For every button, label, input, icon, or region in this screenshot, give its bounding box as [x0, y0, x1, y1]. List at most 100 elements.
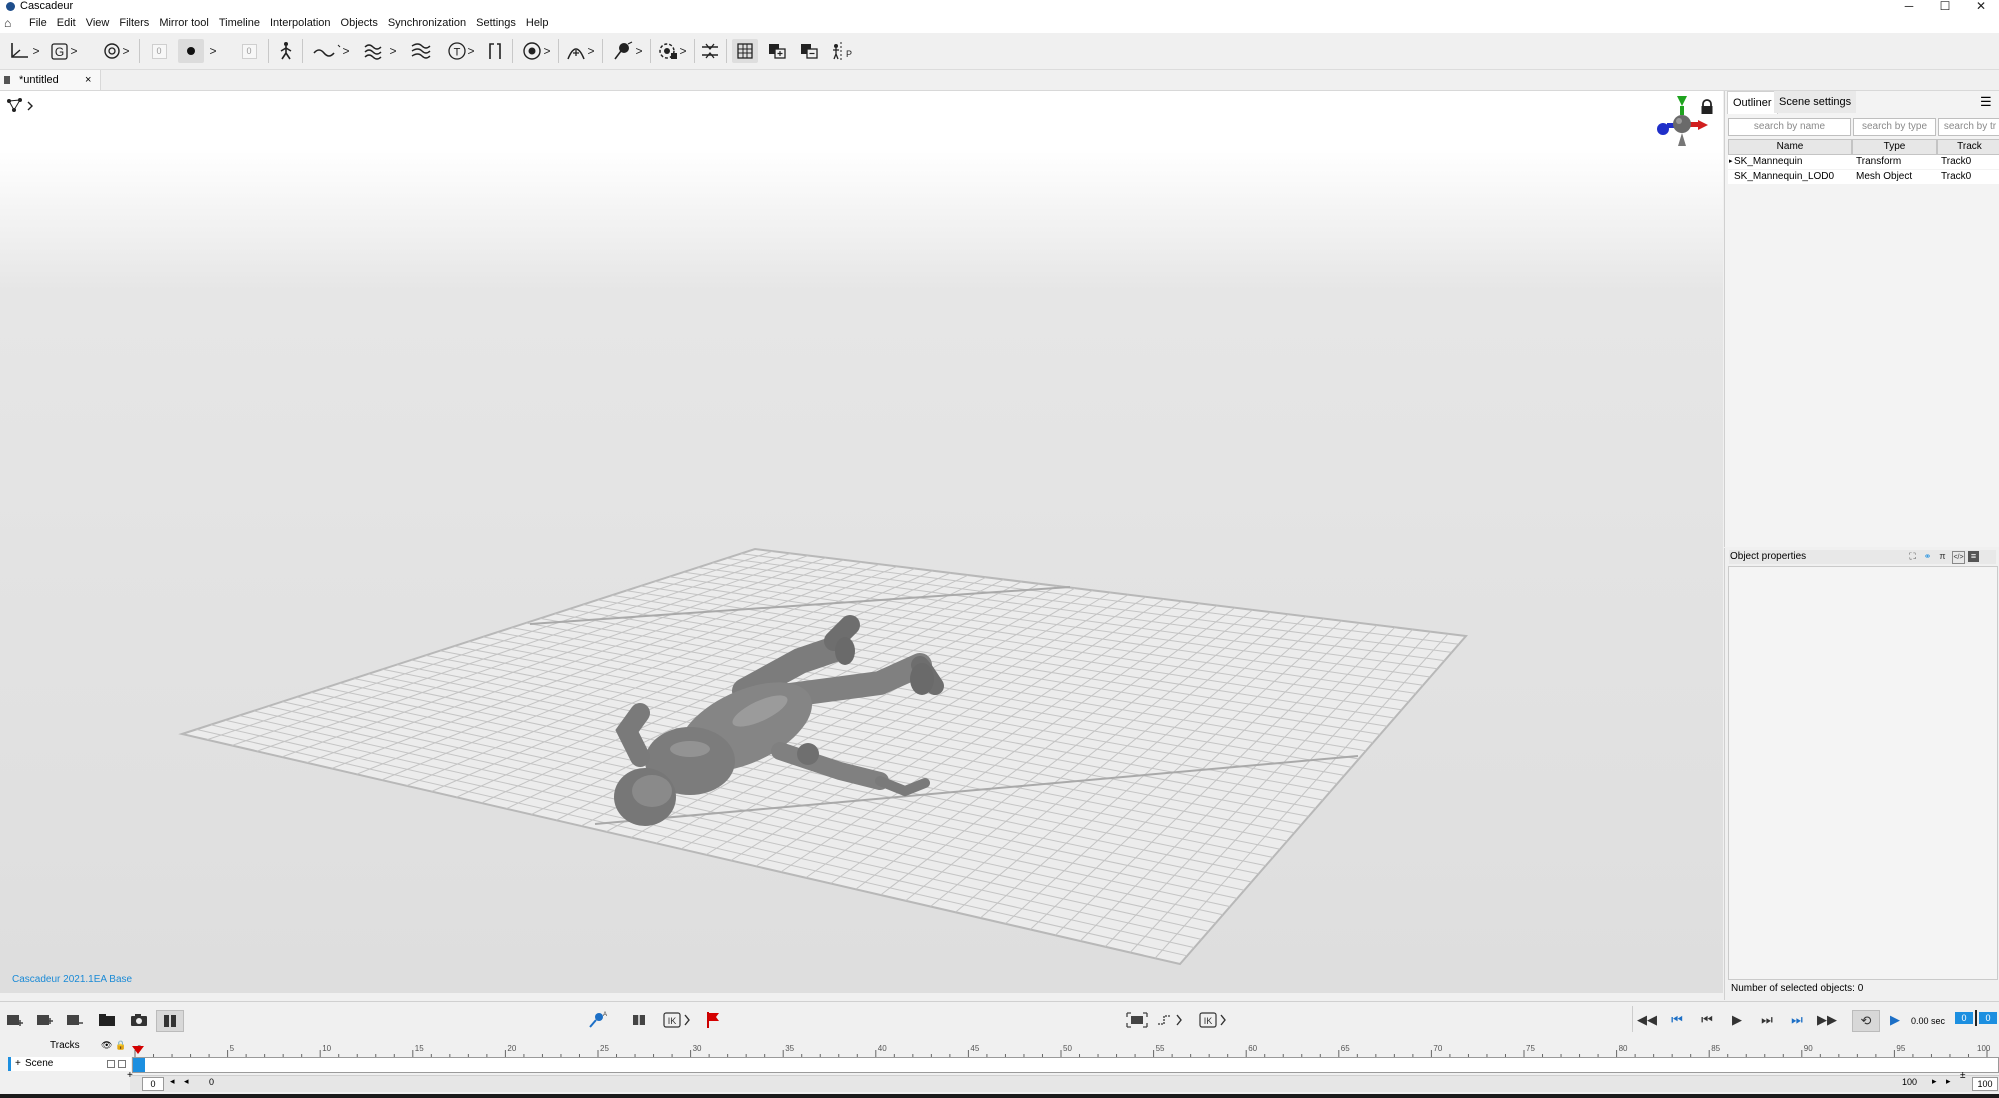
- tab-close-icon[interactable]: ×: [85, 70, 91, 90]
- character-tool-button[interactable]: [274, 39, 298, 63]
- smooth-curves-button[interactable]: [408, 39, 434, 63]
- outliner-row[interactable]: SK_Mannequin_LOD0 Mesh Object Track0: [1728, 170, 1999, 184]
- menu-synchronization[interactable]: Synchronization: [383, 13, 471, 33]
- search-by-track-input[interactable]: search by tr: [1938, 118, 1999, 136]
- play-button[interactable]: ▶: [1726, 1010, 1748, 1030]
- pi-icon[interactable]: π: [1937, 551, 1948, 562]
- interval-button[interactable]: [628, 1010, 650, 1030]
- add-subtrack-button[interactable]: [34, 1010, 56, 1030]
- menu-timeline[interactable]: Timeline: [214, 13, 265, 33]
- folder-button[interactable]: [96, 1010, 118, 1030]
- menu-filters[interactable]: Filters: [114, 13, 154, 33]
- auto-key-button[interactable]: A: [586, 1010, 608, 1030]
- expand-plus-icon[interactable]: +: [15, 1057, 21, 1071]
- grid-toggle-button[interactable]: [732, 39, 758, 63]
- search-by-type-input[interactable]: search by type: [1853, 118, 1936, 136]
- lock-track-icon[interactable]: 🔒: [115, 1040, 126, 1051]
- text-tool-button[interactable]: T >: [440, 39, 482, 63]
- menu-mirror-tool[interactable]: Mirror tool: [154, 13, 214, 33]
- timeline-range-bar[interactable]: + 0 ◂ ◂ 0 100 ▸ ▸ ± 100: [127, 1070, 1999, 1092]
- record-menu-arrow[interactable]: >: [206, 39, 220, 63]
- multi-trajectory-button[interactable]: >: [358, 39, 402, 63]
- menu-file[interactable]: File: [24, 13, 52, 33]
- range-zoom-icon[interactable]: ±: [1960, 1070, 1966, 1081]
- scene-canvas[interactable]: [0, 91, 1723, 993]
- range-add-icon[interactable]: +: [127, 1070, 133, 1081]
- end-frame-field[interactable]: 0: [1979, 1012, 1997, 1024]
- scene-track-row[interactable]: + Scene: [8, 1057, 131, 1071]
- current-frame-key[interactable]: [133, 1058, 145, 1072]
- loop-toggle-button[interactable]: ⟲: [1852, 1010, 1880, 1032]
- minimize-button[interactable]: ─: [1891, 0, 1927, 13]
- remove-track-button[interactable]: [64, 1010, 86, 1030]
- range-next-arrow-icon[interactable]: ▸: [1932, 1076, 1937, 1087]
- playhead-marker[interactable]: [132, 1042, 144, 1057]
- tab-outliner[interactable]: Outliner: [1727, 91, 1778, 114]
- group-tool-button[interactable]: G >: [46, 39, 82, 63]
- trajectory-tool-button[interactable]: >: [308, 39, 354, 63]
- menu-interpolation[interactable]: Interpolation: [265, 13, 336, 33]
- column-header-type[interactable]: Type: [1852, 139, 1937, 155]
- add-layer-button[interactable]: [764, 39, 790, 63]
- snapshot-button[interactable]: [128, 1010, 150, 1030]
- range-start-field[interactable]: 0: [142, 1077, 164, 1091]
- rewind-button[interactable]: ◀◀: [1636, 1010, 1658, 1030]
- menu-help[interactable]: Help: [521, 13, 554, 33]
- marker-button[interactable]: [702, 1010, 724, 1030]
- ik-fk-button-2[interactable]: IK: [1196, 1010, 1232, 1030]
- fit-view-button[interactable]: [1124, 1010, 1150, 1030]
- range-right-arrow-icon[interactable]: ▸: [1946, 1076, 1951, 1087]
- next-frame-button[interactable]: ⏭: [1756, 1010, 1778, 1030]
- search-by-name-input[interactable]: search by name: [1728, 118, 1851, 136]
- orbit-tool-button[interactable]: >: [518, 39, 554, 63]
- column-header-track[interactable]: Track: [1937, 139, 1999, 155]
- physics-tool-button[interactable]: >: [654, 39, 690, 63]
- record-button[interactable]: [178, 39, 204, 63]
- menu-objects[interactable]: Objects: [336, 13, 383, 33]
- current-frame-field[interactable]: 0: [1955, 1012, 1973, 1024]
- list-view-icon[interactable]: ≡: [1968, 551, 1979, 562]
- add-track-button[interactable]: [4, 1010, 26, 1030]
- prev-key-button[interactable]: ⏮: [1666, 1010, 1688, 1030]
- interpolation-button[interactable]: [1156, 1010, 1186, 1030]
- remove-layer-button[interactable]: [796, 39, 822, 63]
- arc-tool-button[interactable]: >: [562, 39, 598, 63]
- mirror-pose-button[interactable]: P: [828, 39, 854, 63]
- play-speed-button[interactable]: ▶: [1886, 1010, 1904, 1030]
- next-key-button[interactable]: ⏭: [1786, 1010, 1808, 1030]
- code-icon[interactable]: </>: [1952, 551, 1965, 564]
- rotate-tool-button[interactable]: >: [98, 39, 134, 63]
- menu-view[interactable]: View: [81, 13, 115, 33]
- ik-fk-button[interactable]: IK: [660, 1010, 696, 1030]
- bracket-tool-button[interactable]: [484, 39, 506, 63]
- key-counter-b[interactable]: 0: [234, 39, 264, 63]
- split-view-button[interactable]: [156, 1010, 184, 1032]
- scene-track-lane[interactable]: [132, 1057, 1999, 1073]
- link-icon[interactable]: ⚭: [1922, 551, 1933, 562]
- axis-tool-button[interactable]: >: [6, 39, 42, 63]
- close-window-button[interactable]: ✕: [1963, 0, 1999, 13]
- track-visible-checkbox[interactable]: [107, 1060, 115, 1068]
- collapse-icon[interactable]: ⛶: [1907, 551, 1918, 562]
- tab-scene-settings[interactable]: Scene settings: [1774, 91, 1857, 113]
- visibility-eye-icon[interactable]: 👁: [101, 1040, 112, 1051]
- range-prev-arrow-icon[interactable]: ◂: [184, 1076, 189, 1087]
- outliner-row[interactable]: ▸ SK_Mannequin Transform Track0: [1728, 155, 1999, 169]
- column-header-name[interactable]: Name: [1728, 139, 1852, 155]
- track-lock-checkbox[interactable]: [118, 1060, 126, 1068]
- fast-forward-button[interactable]: ▶▶: [1816, 1010, 1838, 1030]
- pin-tool-button[interactable]: >: [608, 39, 646, 63]
- tab-untitled[interactable]: *untitled ×: [0, 70, 101, 90]
- align-tool-button[interactable]: [698, 39, 722, 63]
- expand-arrow-icon[interactable]: ▸: [1729, 155, 1733, 169]
- menu-settings[interactable]: Settings: [471, 13, 521, 33]
- range-end-field[interactable]: 100: [1972, 1077, 1998, 1091]
- 3d-viewport[interactable]: Cascadeur 2021.1EA Base: [0, 91, 1723, 993]
- prev-frame-button[interactable]: ⏮: [1696, 1010, 1718, 1030]
- home-icon[interactable]: ⌂: [4, 16, 20, 30]
- menu-edit[interactable]: Edit: [52, 13, 81, 33]
- hamburger-menu-icon[interactable]: ☰: [1980, 94, 1992, 110]
- maximize-button[interactable]: ☐: [1927, 0, 1963, 13]
- range-left-arrow-icon[interactable]: ◂: [170, 1076, 175, 1087]
- key-counter-a[interactable]: 0: [144, 39, 174, 63]
